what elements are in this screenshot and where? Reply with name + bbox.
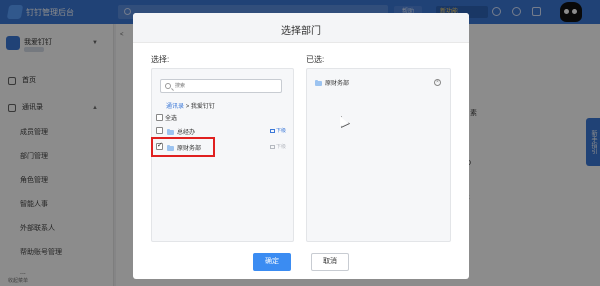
select-all-label[interactable]: 全选 <box>165 113 177 122</box>
highlight-box <box>151 137 215 157</box>
confirm-button[interactable]: 确定 <box>253 253 291 271</box>
remove-selected-icon[interactable]: × <box>434 79 441 86</box>
selected-pane-title: 已选: <box>306 55 325 64</box>
search-icon <box>165 83 171 89</box>
dialog-title: 选择部门 <box>281 26 321 37</box>
select-pane-title: 选择: <box>151 55 170 64</box>
department-search[interactable] <box>160 79 282 93</box>
selected-dept-name: 原财务部 <box>325 81 350 87</box>
subdepartment-icon <box>270 128 275 133</box>
folder-icon <box>315 80 322 86</box>
selected-pane: 原财务部 × <box>306 68 451 242</box>
department-search-input[interactable] <box>175 80 279 92</box>
subdepartment-link-disabled: 下级 <box>270 143 286 150</box>
dept-name[interactable]: 总经办 <box>177 127 195 136</box>
breadcrumb-root-link[interactable]: 通讯录 <box>166 104 184 110</box>
subdepartment-label: 下级 <box>276 144 287 150</box>
subdepartment-link[interactable]: 下级 <box>270 127 286 134</box>
tree-breadcrumb: 通讯录 > 我爱钉钉 <box>166 101 215 110</box>
select-all-checkbox[interactable] <box>156 114 163 121</box>
breadcrumb-current: 我爱钉钉 <box>190 104 215 110</box>
breadcrumb-separator: > <box>185 104 190 110</box>
folder-icon <box>167 129 174 135</box>
subdepartment-label: 下级 <box>276 128 287 134</box>
subdepartment-icon <box>270 144 275 149</box>
cancel-button[interactable]: 取消 <box>311 253 349 271</box>
dialog-header: 选择部门 <box>133 13 469 43</box>
dept-checkbox[interactable] <box>156 127 163 134</box>
